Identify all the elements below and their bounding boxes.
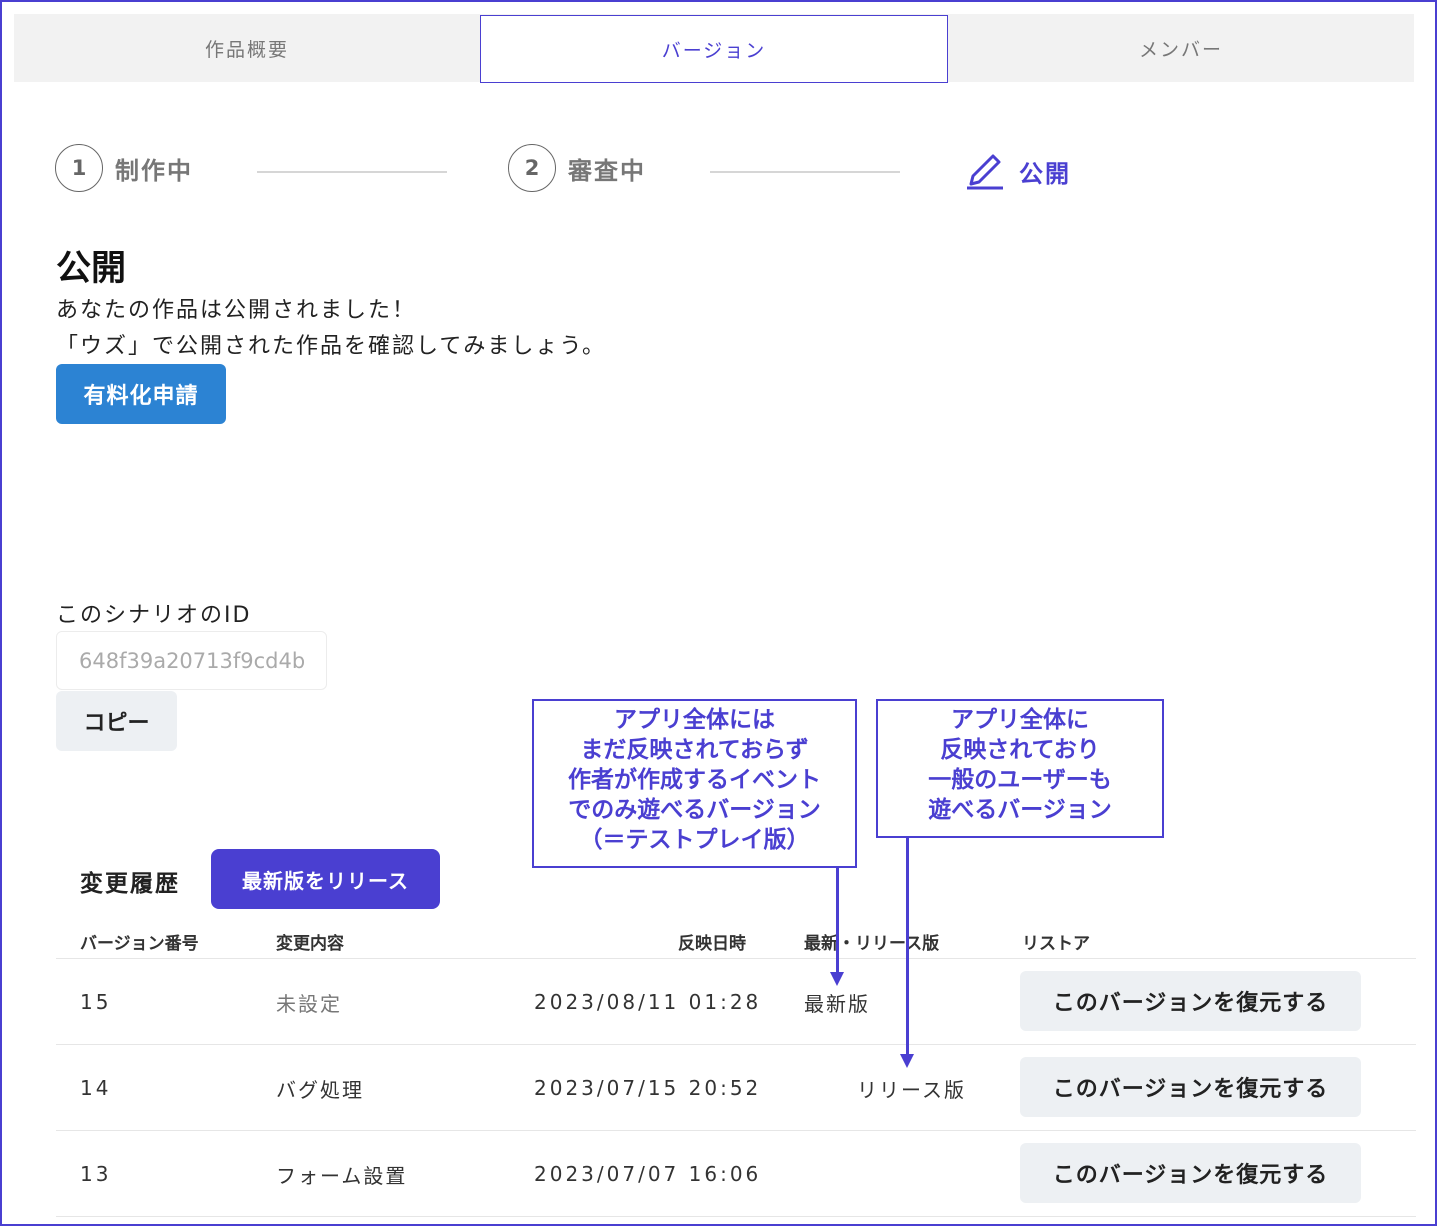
row-version: 13: [80, 1162, 112, 1186]
table-divider: [56, 1130, 1416, 1131]
row-changes: 未設定: [276, 992, 342, 1016]
tab-overview[interactable]: 作品概要: [14, 14, 480, 82]
annotation-line: アプリ全体には: [614, 707, 775, 733]
tab-version[interactable]: バージョン: [480, 15, 948, 83]
annotation-arrow-head: [900, 1054, 914, 1068]
scenario-id-label: このシナリオのID: [56, 603, 252, 628]
row-date: 2023/08/11 01:28: [534, 990, 762, 1014]
column-header-latest-release: 最新・リリース版: [804, 934, 940, 954]
annotation-line: アプリ全体に: [951, 707, 1089, 733]
row-version: 14: [80, 1076, 112, 1100]
table-divider: [56, 1216, 1416, 1217]
section-title: 公開: [56, 249, 127, 289]
column-header-changes: 変更内容: [276, 934, 344, 954]
history-title: 変更履歴: [80, 871, 180, 897]
column-header-restore: リストア: [1022, 934, 1090, 954]
annotation-line: まだ反映されておらず: [580, 737, 809, 763]
annotation-test-version: アプリ全体には まだ反映されておらず 作者が作成するイベント でのみ遊べるバージ…: [532, 699, 857, 868]
step-under-review: 2 審査中: [508, 144, 646, 192]
step-connector: [710, 171, 900, 173]
scenario-id-field[interactable]: [56, 631, 327, 690]
annotation-line: 作者が作成するイベント: [568, 767, 821, 793]
row-changes: バグ処理: [276, 1078, 364, 1102]
row-version: 15: [80, 990, 112, 1014]
step-label: 審査中: [568, 156, 646, 185]
column-header-version: バージョン番号: [80, 934, 199, 954]
published-message-line1: あなたの作品は公開されました！: [56, 298, 417, 323]
step-number: 2: [508, 144, 556, 192]
restore-version-button[interactable]: このバージョンを復元する: [1020, 971, 1361, 1031]
annotation-arrow-line: [906, 838, 909, 1056]
published-message-line2: 「ウズ」で公開された作品を確認してみましょう。: [56, 334, 607, 359]
column-header-date: 反映日時: [678, 934, 746, 954]
annotation-release-version: アプリ全体に 反映されており 一般のユーザーも 遊べるバージョン: [876, 699, 1164, 838]
step-in-production: 1 制作中: [55, 144, 193, 192]
restore-version-button[interactable]: このバージョンを復元する: [1020, 1057, 1361, 1117]
tab-members[interactable]: メンバー: [948, 14, 1414, 82]
row-status-latest: 最新版: [804, 992, 870, 1016]
row-date: 2023/07/07 16:06: [534, 1162, 762, 1186]
release-latest-button[interactable]: 最新版をリリース: [211, 849, 440, 909]
annotation-line: 一般のユーザーも: [928, 767, 1112, 793]
step-number: 1: [55, 144, 103, 192]
row-changes: フォーム設置: [276, 1164, 408, 1188]
step-connector: [257, 171, 447, 173]
annotation-line: 遊べるバージョン: [928, 797, 1112, 823]
row-date: 2023/07/15 20:52: [534, 1076, 762, 1100]
step-label: 制作中: [115, 156, 193, 185]
table-divider: [56, 1044, 1416, 1045]
table-divider: [56, 958, 1416, 959]
annotation-line: でのみ遊べるバージョン: [568, 797, 821, 823]
step-published: 公開: [965, 148, 1071, 194]
restore-version-button[interactable]: このバージョンを復元する: [1020, 1143, 1361, 1203]
copy-button[interactable]: コピー: [56, 691, 177, 751]
annotation-arrow-head: [830, 972, 844, 986]
tab-bar: 作品概要 バージョン メンバー: [14, 14, 1414, 83]
annotation-line: （＝テストプレイ版）: [579, 827, 810, 853]
row-status-release: リリース版: [857, 1078, 966, 1102]
annotation-line: 反映されており: [940, 737, 1100, 763]
annotation-arrow-line: [836, 868, 839, 974]
step-label: 公開: [1019, 159, 1071, 188]
paid-application-button[interactable]: 有料化申請: [56, 364, 226, 424]
pencil-icon: [965, 148, 1005, 194]
